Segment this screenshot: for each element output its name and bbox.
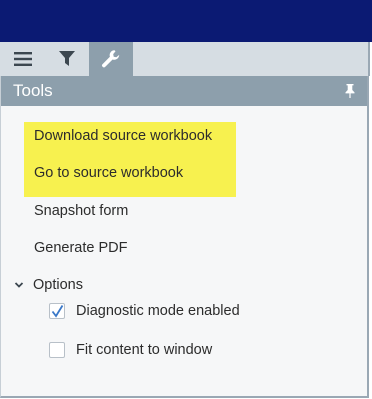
app-root: Tools Download source workbook Go to sou… [0,0,372,399]
snapshot-form-item[interactable]: Snapshot form [34,202,128,220]
go-to-source-workbook-item[interactable]: Go to source workbook [34,164,183,182]
hamburger-menu-icon [13,52,32,66]
check-mark-icon [51,305,64,318]
panel-title: Tools [13,81,53,100]
fit-content-option[interactable]: Fit content to window [49,340,212,360]
tools-panel: Tools Download source workbook Go to sou… [0,76,369,398]
tab-menu[interactable] [0,42,45,76]
diagnostic-mode-label: Diagnostic mode enabled [76,303,240,319]
options-label: Options [33,277,83,293]
diagnostic-mode-option[interactable]: Diagnostic mode enabled [49,301,240,321]
panel-header: Tools [1,76,367,106]
diagnostic-mode-checkbox[interactable] [49,303,65,319]
tab-filter[interactable] [45,42,89,76]
filter-icon [59,51,75,66]
side-tab-strip [0,42,370,76]
download-source-workbook-item[interactable]: Download source workbook [34,127,212,145]
chevron-down-icon [14,282,24,288]
wrench-icon [102,50,120,68]
tab-tools[interactable] [89,42,133,76]
options-toggle[interactable]: Options [13,276,83,294]
fit-content-checkbox[interactable] [49,342,65,358]
fit-content-label: Fit content to window [76,342,213,358]
pin-icon[interactable] [343,84,357,98]
generate-pdf-item[interactable]: Generate PDF [34,239,128,257]
top-bar [0,0,372,42]
